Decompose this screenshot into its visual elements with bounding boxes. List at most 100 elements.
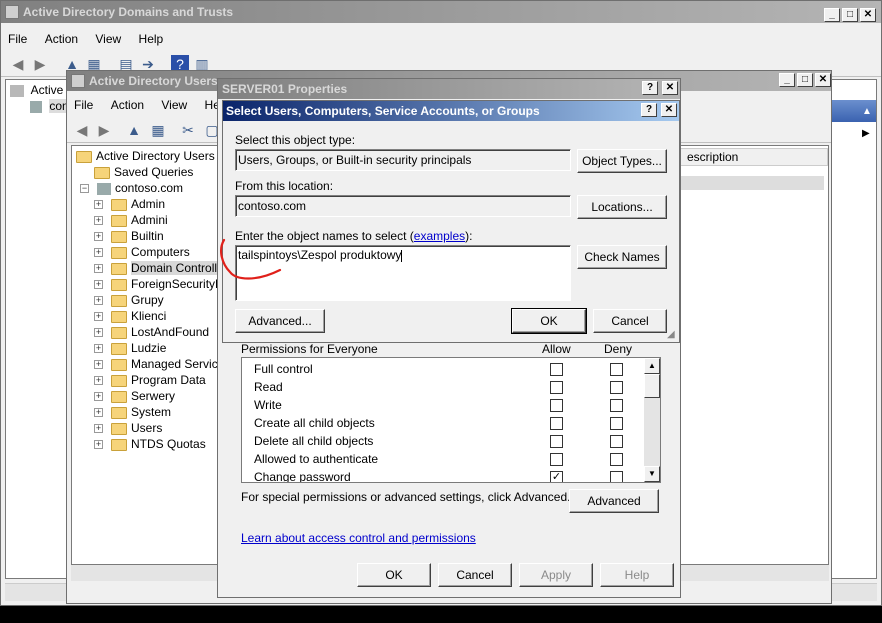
- deny-checkbox[interactable]: [610, 381, 623, 394]
- expand-icon[interactable]: +: [94, 392, 103, 402]
- expand-icon[interactable]: +: [94, 248, 103, 258]
- aduc-up-icon[interactable]: ▲: [125, 121, 143, 139]
- menu-view[interactable]: View: [88, 29, 128, 49]
- tree-ou-item[interactable]: + Domain Controller: [94, 260, 218, 276]
- tree-ou-item[interactable]: + Users: [94, 420, 162, 436]
- properties-advanced-button[interactable]: Advanced: [569, 489, 659, 513]
- properties-ok-button[interactable]: OK: [357, 563, 431, 587]
- detail-column-header[interactable]: escription: [680, 148, 828, 166]
- resize-grip-icon[interactable]: ◢: [667, 329, 675, 340]
- aduc-back-icon[interactable]: ◀: [73, 121, 91, 139]
- expand-icon[interactable]: +: [94, 216, 103, 226]
- scroll-down-icon[interactable]: ▼: [644, 466, 660, 482]
- collapse-icon[interactable]: −: [80, 184, 89, 194]
- properties-help-bottom-button[interactable]: Help: [600, 563, 674, 587]
- permissions-scrollbar[interactable]: ▲ ▼: [644, 358, 660, 482]
- select-close-button[interactable]: ✕: [661, 103, 677, 117]
- tree-ou-item[interactable]: + Program Data: [94, 372, 206, 388]
- tree-ou-item[interactable]: + NTDS Quotas: [94, 436, 206, 452]
- expand-icon[interactable]: +: [94, 376, 103, 386]
- properties-close-button[interactable]: ✕: [662, 81, 678, 95]
- expand-icon[interactable]: +: [94, 408, 103, 418]
- scroll-thumb[interactable]: [644, 374, 660, 398]
- locations-button[interactable]: Locations...: [577, 195, 667, 219]
- allow-checkbox[interactable]: [550, 363, 563, 376]
- allow-checkbox[interactable]: [550, 381, 563, 394]
- detail-selected-row[interactable]: [680, 176, 824, 190]
- allow-checkbox[interactable]: [550, 399, 563, 412]
- expand-icon[interactable]: +: [94, 264, 103, 274]
- select-cancel-button[interactable]: Cancel: [593, 309, 667, 333]
- ou-label: Klienci: [131, 309, 167, 323]
- properties-cancel-button[interactable]: Cancel: [438, 563, 512, 587]
- tree-ou-item[interactable]: + Computers: [94, 244, 190, 260]
- tree-ou-item[interactable]: + Ludzie: [94, 340, 166, 356]
- check-names-button[interactable]: Check Names: [577, 245, 667, 269]
- deny-checkbox[interactable]: [610, 471, 623, 482]
- tree-ou-item[interactable]: + Serwery: [94, 388, 175, 404]
- close-button[interactable]: ✕: [860, 8, 876, 22]
- expand-icon[interactable]: +: [94, 232, 103, 242]
- aduc-minimize-button[interactable]: _: [779, 73, 795, 87]
- tree-ou-item[interactable]: + Managed Service: [94, 356, 218, 372]
- tree-saved-queries[interactable]: Saved Queries: [94, 164, 193, 180]
- expand-icon[interactable]: +: [94, 440, 103, 450]
- aduc-cut-icon[interactable]: ✂: [179, 121, 197, 139]
- expand-icon[interactable]: +: [94, 344, 103, 354]
- forward-icon[interactable]: ▶: [31, 55, 49, 73]
- aduc-menu-action[interactable]: Action: [104, 95, 151, 115]
- menu-help[interactable]: Help: [132, 29, 171, 49]
- minimize-button[interactable]: _: [824, 8, 840, 22]
- deny-checkbox[interactable]: [610, 435, 623, 448]
- expand-icon[interactable]: +: [94, 360, 103, 370]
- expand-icon[interactable]: +: [94, 200, 103, 210]
- aduc-maximize-button[interactable]: □: [797, 73, 813, 87]
- expand-right-icon[interactable]: ▶: [862, 128, 870, 139]
- deny-checkbox[interactable]: [610, 363, 623, 376]
- deny-checkbox[interactable]: [610, 417, 623, 430]
- permission-name: Create all child objects: [254, 416, 375, 430]
- examples-link[interactable]: examples: [414, 229, 465, 243]
- allow-checkbox[interactable]: [550, 453, 563, 466]
- allow-checkbox[interactable]: ✓: [550, 471, 563, 482]
- tree-ou-item[interactable]: + LostAndFound: [94, 324, 209, 340]
- tree-domain-item[interactable]: con: [30, 98, 69, 114]
- deny-checkbox[interactable]: [610, 399, 623, 412]
- tree-ou-item[interactable]: + Klienci: [94, 308, 166, 324]
- tree-ou-item[interactable]: + Admini: [94, 212, 168, 228]
- back-icon[interactable]: ◀: [9, 55, 27, 73]
- properties-apply-button[interactable]: Apply: [519, 563, 593, 587]
- tree-ou-item[interactable]: + Admin: [94, 196, 165, 212]
- select-advanced-button[interactable]: Advanced...: [235, 309, 325, 333]
- expand-icon[interactable]: +: [94, 296, 103, 306]
- select-ok-button[interactable]: OK: [511, 308, 587, 334]
- tree-aduc-root[interactable]: Active Directory Users an: [76, 148, 218, 164]
- expand-icon[interactable]: +: [94, 312, 103, 322]
- maximize-button[interactable]: □: [842, 8, 858, 22]
- ou-label: NTDS Quotas: [131, 437, 206, 451]
- aduc-tree-icon[interactable]: ▦: [149, 121, 167, 139]
- aduc-menu-view[interactable]: View: [154, 95, 194, 115]
- aduc-close-button[interactable]: ✕: [815, 73, 831, 87]
- tree-domain[interactable]: − contoso.com: [80, 180, 183, 196]
- learn-permissions-link[interactable]: Learn about access control and permissio…: [241, 531, 476, 545]
- deny-checkbox[interactable]: [610, 453, 623, 466]
- select-help-button[interactable]: ?: [641, 103, 657, 117]
- scroll-up-icon[interactable]: ▲: [644, 358, 660, 374]
- menu-file[interactable]: File: [1, 29, 34, 49]
- tree-ou-item[interactable]: + System: [94, 404, 171, 420]
- aduc-forward-icon[interactable]: ▶: [95, 121, 113, 139]
- tree-ou-item[interactable]: + ForeignSecurityPr: [94, 276, 218, 292]
- tree-ou-item[interactable]: + Builtin: [94, 228, 164, 244]
- properties-help-button[interactable]: ?: [642, 81, 658, 95]
- collapse-up-icon[interactable]: ▲: [862, 106, 872, 117]
- tree-ou-item[interactable]: + Grupy: [94, 292, 164, 308]
- allow-checkbox[interactable]: [550, 417, 563, 430]
- aduc-menu-file[interactable]: File: [67, 95, 100, 115]
- menu-action[interactable]: Action: [38, 29, 85, 49]
- expand-icon[interactable]: +: [94, 280, 103, 290]
- expand-icon[interactable]: +: [94, 424, 103, 434]
- object-types-button[interactable]: Object Types...: [577, 149, 667, 173]
- allow-checkbox[interactable]: [550, 435, 563, 448]
- expand-icon[interactable]: +: [94, 328, 103, 338]
